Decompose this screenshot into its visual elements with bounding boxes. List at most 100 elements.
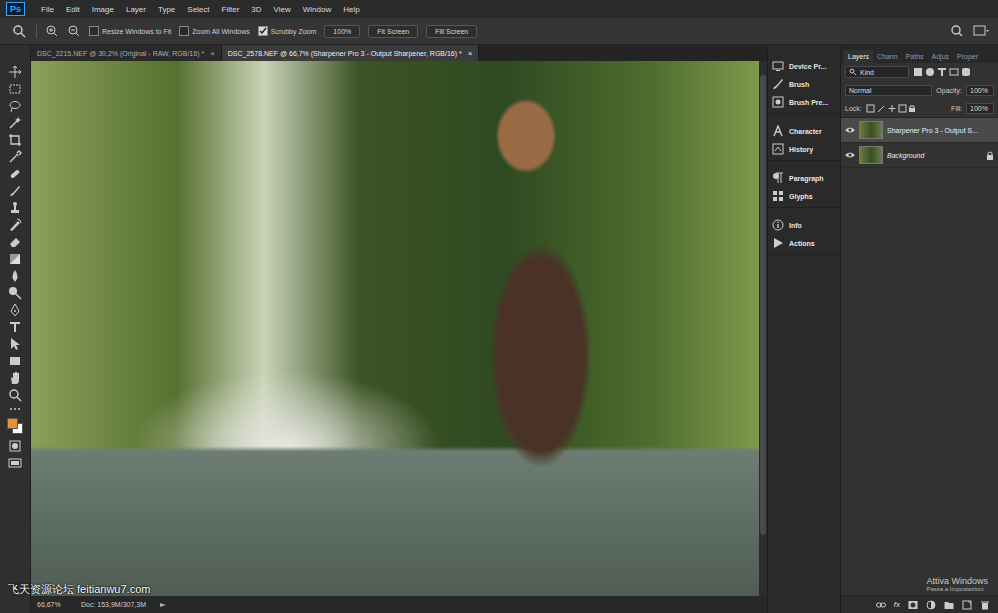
workspace-icon[interactable]	[972, 24, 990, 38]
panel-button[interactable]: Character	[772, 124, 836, 138]
brush-tool-icon[interactable]	[8, 184, 22, 198]
menu-item[interactable]: Image	[92, 5, 114, 14]
zoom-level[interactable]: 66,67%	[37, 601, 67, 608]
visibility-eye-icon[interactable]	[845, 126, 855, 134]
panel-button[interactable]: Actions	[772, 236, 836, 250]
link-icon[interactable]	[876, 600, 886, 610]
photo[interactable]	[31, 61, 759, 596]
panel-button[interactable]: Info	[772, 218, 836, 232]
foreground-color[interactable]	[7, 418, 18, 429]
fx-button[interactable]: fx	[894, 600, 900, 609]
trash-icon[interactable]	[980, 600, 990, 610]
menu-item[interactable]: Edit	[66, 5, 80, 14]
lasso-tool-icon[interactable]	[8, 99, 22, 113]
menu-item[interactable]: Select	[187, 5, 209, 14]
wand-tool-icon[interactable]	[8, 116, 22, 130]
adjustment-icon[interactable]	[926, 600, 936, 610]
menu-item[interactable]: Help	[343, 5, 359, 14]
status-menu-icon[interactable]	[160, 602, 166, 608]
document-tab[interactable]: DSC_2578.NEF @ 66,7% (Sharpener Pro 3 - …	[222, 45, 480, 61]
color-swatches[interactable]	[7, 418, 23, 434]
zoom-in-icon[interactable]	[45, 24, 59, 38]
pen-tool-icon[interactable]	[8, 303, 22, 317]
eraser-tool-icon[interactable]	[8, 235, 22, 249]
filter-kind-dropdown[interactable]: Kind	[845, 66, 909, 78]
zoom-tool-icon[interactable]	[12, 24, 28, 38]
app-logo[interactable]: Ps	[6, 2, 25, 16]
zoom-out-icon[interactable]	[67, 24, 81, 38]
history-tool-icon[interactable]	[8, 218, 22, 232]
lock-options-icon[interactable]	[866, 104, 916, 113]
checkbox-box[interactable]	[89, 26, 99, 36]
canvas[interactable]	[31, 61, 767, 596]
opacity-field[interactable]: 100%	[966, 85, 994, 96]
document-tabs: DSC_2215.NEF @ 30,2% (Original - RAW, RG…	[31, 45, 767, 61]
select-tool-icon[interactable]	[8, 337, 22, 351]
panel-button[interactable]: Glyphs	[772, 189, 836, 203]
search-icon[interactable]	[950, 24, 964, 38]
panel-button[interactable]: Paragraph	[772, 171, 836, 185]
gradient-tool-icon[interactable]	[8, 252, 22, 266]
menu-item[interactable]: Type	[158, 5, 175, 14]
move-tool-icon[interactable]	[8, 65, 22, 79]
layer-row[interactable]: Background	[841, 143, 998, 168]
vertical-scrollbar[interactable]	[759, 61, 767, 596]
layer-row[interactable]: Sharpener Pro 3 - Output S...	[841, 118, 998, 143]
folder-icon[interactable]	[944, 600, 954, 610]
zoom-tool-icon[interactable]	[8, 388, 22, 402]
option-checkbox[interactable]: Resize Windows to Fit	[89, 26, 171, 36]
panel-tab[interactable]: Proper	[953, 50, 982, 63]
document-tab[interactable]: DSC_2215.NEF @ 30,2% (Original - RAW, RG…	[31, 45, 222, 61]
panel-button[interactable]: History	[772, 142, 836, 156]
status-bar: 66,67% Doc: 153,9M/307,3M	[31, 596, 767, 613]
visibility-eye-icon[interactable]	[845, 151, 855, 159]
device-icon	[772, 60, 784, 72]
new-layer-icon[interactable]	[962, 600, 972, 610]
watermark: 飞天资源论坛 feitianwu7.com	[8, 582, 150, 597]
option-checkbox[interactable]: Scrubby Zoom	[258, 26, 317, 36]
checkbox-box[interactable]	[258, 26, 268, 36]
panel-tab[interactable]: Adjus	[928, 50, 954, 63]
dodge-tool-icon[interactable]	[8, 286, 22, 300]
hand-tool-icon[interactable]	[8, 371, 22, 385]
option-checkbox[interactable]: Zoom All Windows	[179, 26, 250, 36]
panel-button[interactable]: Brush	[772, 77, 836, 91]
checkbox-box[interactable]	[179, 26, 189, 36]
panel-button[interactable]: Brush Pre...	[772, 95, 836, 109]
layer-thumbnail	[859, 121, 883, 139]
close-tab-button[interactable]: ×	[468, 49, 473, 58]
menu-item[interactable]: View	[274, 5, 291, 14]
close-tab-button[interactable]: ×	[210, 49, 215, 58]
type-tool-icon[interactable]	[8, 320, 22, 334]
eyedropper-tool-icon[interactable]	[8, 150, 22, 164]
character-icon	[772, 125, 784, 137]
stamp-tool-icon[interactable]	[8, 201, 22, 215]
panel-tab[interactable]: Layers	[844, 50, 873, 63]
option-button[interactable]: Fill Screen	[426, 25, 477, 38]
shape-tool-icon[interactable]	[8, 354, 22, 368]
mask-icon[interactable]	[908, 600, 918, 610]
menu-item[interactable]: Window	[303, 5, 331, 14]
option-button[interactable]: Fit Screen	[368, 25, 418, 38]
more-tools-icon[interactable]	[8, 405, 22, 413]
screen-mode-icon[interactable]	[8, 456, 22, 470]
marquee-tool-icon[interactable]	[8, 82, 22, 96]
layers-footer: fx	[841, 595, 998, 613]
panel-tab[interactable]: Paths	[902, 50, 928, 63]
menu-item[interactable]: File	[41, 5, 54, 14]
heal-tool-icon[interactable]	[8, 167, 22, 181]
blur-tool-icon[interactable]	[8, 269, 22, 283]
fill-field[interactable]: 100%	[966, 103, 994, 114]
quick-mask-icon[interactable]	[8, 439, 22, 453]
info-icon	[772, 219, 784, 231]
menu-item[interactable]: Layer	[126, 5, 146, 14]
blend-mode-dropdown[interactable]: Normal	[845, 85, 932, 96]
layer-filter-icons[interactable]	[913, 67, 971, 77]
scroll-thumb[interactable]	[760, 75, 766, 535]
panel-tab[interactable]: Chann	[873, 50, 902, 63]
crop-tool-icon[interactable]	[8, 133, 22, 147]
menu-item[interactable]: 3D	[251, 5, 261, 14]
panel-button[interactable]: Device Pr...	[772, 59, 836, 73]
option-button[interactable]: 100%	[324, 25, 360, 38]
menu-item[interactable]: Filter	[222, 5, 240, 14]
